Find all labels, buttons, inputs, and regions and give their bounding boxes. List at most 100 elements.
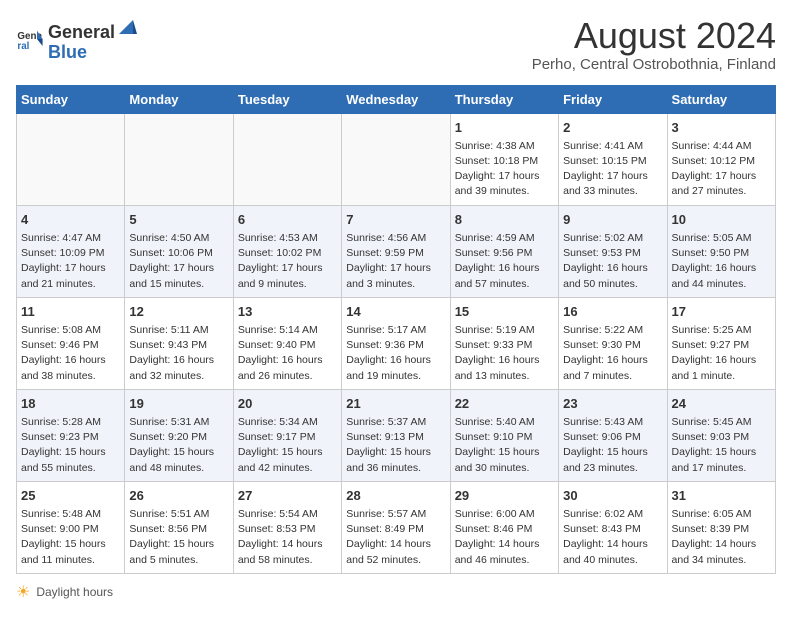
calendar-cell: 6Sunrise: 4:53 AM Sunset: 10:02 PM Dayli… (233, 205, 341, 297)
calendar-cell: 29 Sunrise: 6:00 AM Sunset: 8:46 PM Dayli… (450, 481, 558, 573)
day-number: 9 (563, 211, 662, 229)
title-area: August 2024 Perho, Central Ostrobothnia,… (532, 16, 776, 73)
calendar-cell (125, 113, 233, 205)
calendar-cell: 16 Sunrise: 5:22 AM Sunset: 9:30 PM Dayli… (559, 297, 667, 389)
day-number: 18 (21, 395, 120, 413)
col-header-friday: Friday (559, 85, 667, 113)
calendar-cell: 25 Sunrise: 5:48 AM Sunset: 9:00 PM Dayli… (17, 481, 125, 573)
col-header-saturday: Saturday (667, 85, 775, 113)
day-number: 31 (672, 487, 771, 505)
calendar-cell: 26Sunrise: 5:51 AM Sunset: 8:56 PM Dayli… (125, 481, 233, 573)
day-info: Sunrise: 5:45 AM Sunset: 9:03 PM Dayligh… (672, 415, 771, 476)
day-info: Sunrise: 5:02 AM Sunset: 9:53 PM Dayligh… (563, 231, 662, 292)
day-number: 10 (672, 211, 771, 229)
calendar-cell: 22Sunrise: 5:40 AM Sunset: 9:10 PM Dayli… (450, 389, 558, 481)
day-number: 17 (672, 303, 771, 321)
calendar-cell: 11Sunrise: 5:08 AM Sunset: 9:46 PM Dayli… (17, 297, 125, 389)
calendar-cell: 21Sunrise: 5:37 AM Sunset: 9:13 PM Dayli… (342, 389, 450, 481)
calendar-cell: 9 Sunrise: 5:02 AM Sunset: 9:53 PM Daylig… (559, 205, 667, 297)
day-info: Sunrise: 5:14 AM Sunset: 9:40 PM Dayligh… (238, 323, 337, 384)
calendar-cell: 20Sunrise: 5:34 AM Sunset: 9:17 PM Dayli… (233, 389, 341, 481)
calendar-week-3: 11Sunrise: 5:08 AM Sunset: 9:46 PM Dayli… (17, 297, 776, 389)
day-number: 20 (238, 395, 337, 413)
calendar-cell: 3 Sunrise: 4:44 AM Sunset: 10:12 PM Dayli… (667, 113, 775, 205)
day-number: 28 (346, 487, 445, 505)
calendar-header-row: SundayMondayTuesdayWednesdayThursdayFrid… (17, 85, 776, 113)
day-info: Sunrise: 5:31 AM Sunset: 9:20 PM Dayligh… (129, 415, 228, 476)
svg-text:ral: ral (17, 41, 29, 52)
day-number: 3 (672, 119, 771, 137)
calendar-cell: 30Sunrise: 6:02 AM Sunset: 8:43 PM Dayli… (559, 481, 667, 573)
day-info: Sunrise: 5:17 AM Sunset: 9:36 PM Dayligh… (346, 323, 445, 384)
calendar-cell: 19Sunrise: 5:31 AM Sunset: 9:20 PM Dayli… (125, 389, 233, 481)
calendar-cell (233, 113, 341, 205)
day-number: 25 (21, 487, 120, 505)
day-info: Sunrise: 5:08 AM Sunset: 9:46 PM Dayligh… (21, 323, 120, 384)
calendar-cell: 12Sunrise: 5:11 AM Sunset: 9:43 PM Dayli… (125, 297, 233, 389)
col-header-thursday: Thursday (450, 85, 558, 113)
day-info: Sunrise: 4:47 AM Sunset: 10:09 PM Daylig… (21, 231, 120, 292)
calendar-cell: 27 Sunrise: 5:54 AM Sunset: 8:53 PM Dayli… (233, 481, 341, 573)
day-number: 30 (563, 487, 662, 505)
calendar-cell: 28Sunrise: 5:57 AM Sunset: 8:49 PM Dayli… (342, 481, 450, 573)
day-info: Sunrise: 5:22 AM Sunset: 9:30 PM Dayligh… (563, 323, 662, 384)
day-number: 4 (21, 211, 120, 229)
day-number: 23 (563, 395, 662, 413)
day-info: Sunrise: 4:50 AM Sunset: 10:06 PM Daylig… (129, 231, 228, 292)
day-number: 26 (129, 487, 228, 505)
day-number: 7 (346, 211, 445, 229)
calendar-cell: 2 Sunrise: 4:41 AM Sunset: 10:15 PM Dayli… (559, 113, 667, 205)
day-info: Sunrise: 5:37 AM Sunset: 9:13 PM Dayligh… (346, 415, 445, 476)
day-info: Sunrise: 5:28 AM Sunset: 9:23 PM Dayligh… (21, 415, 120, 476)
day-info: Sunrise: 4:59 AM Sunset: 9:56 PM Dayligh… (455, 231, 554, 292)
day-number: 16 (563, 303, 662, 321)
day-number: 12 (129, 303, 228, 321)
day-info: Sunrise: 4:44 AM Sunset: 10:12 PM Daylig… (672, 139, 771, 200)
calendar-cell: 13Sunrise: 5:14 AM Sunset: 9:40 PM Dayli… (233, 297, 341, 389)
day-info: Sunrise: 4:56 AM Sunset: 9:59 PM Dayligh… (346, 231, 445, 292)
main-title: August 2024 (532, 16, 776, 56)
calendar-week-2: 4 Sunrise: 4:47 AM Sunset: 10:09 PM Dayli… (17, 205, 776, 297)
day-number: 27 (238, 487, 337, 505)
calendar-cell: 14 Sunrise: 5:17 AM Sunset: 9:36 PM Dayli… (342, 297, 450, 389)
col-header-monday: Monday (125, 85, 233, 113)
day-number: 1 (455, 119, 554, 137)
day-info: Sunrise: 6:00 AM Sunset: 8:46 PM Dayligh… (455, 507, 554, 568)
col-header-tuesday: Tuesday (233, 85, 341, 113)
calendar-cell: 18 Sunrise: 5:28 AM Sunset: 9:23 PM Dayli… (17, 389, 125, 481)
day-number: 29 (455, 487, 554, 505)
day-info: Sunrise: 5:43 AM Sunset: 9:06 PM Dayligh… (563, 415, 662, 476)
logo-icon: Gene ral (16, 25, 44, 53)
day-info: Sunrise: 4:38 AM Sunset: 10:18 PM Daylig… (455, 139, 554, 200)
day-info: Sunrise: 4:41 AM Sunset: 10:15 PM Daylig… (563, 139, 662, 200)
footer-label: Daylight hours (36, 585, 113, 599)
day-number: 14 (346, 303, 445, 321)
calendar-cell: 10Sunrise: 5:05 AM Sunset: 9:50 PM Dayli… (667, 205, 775, 297)
day-info: Sunrise: 5:48 AM Sunset: 9:00 PM Dayligh… (21, 507, 120, 568)
calendar-cell: 4 Sunrise: 4:47 AM Sunset: 10:09 PM Dayli… (17, 205, 125, 297)
calendar-cell: 5Sunrise: 4:50 AM Sunset: 10:06 PM Dayli… (125, 205, 233, 297)
calendar-week-1: 1 Sunrise: 4:38 AM Sunset: 10:18 PM Dayli… (17, 113, 776, 205)
logo-triangle-icon (115, 16, 137, 38)
logo-text: General Blue (48, 16, 137, 63)
col-header-wednesday: Wednesday (342, 85, 450, 113)
calendar-cell: 17Sunrise: 5:25 AM Sunset: 9:27 PM Dayli… (667, 297, 775, 389)
calendar-week-4: 18 Sunrise: 5:28 AM Sunset: 9:23 PM Dayli… (17, 389, 776, 481)
calendar-cell: 23 Sunrise: 5:43 AM Sunset: 9:06 PM Dayli… (559, 389, 667, 481)
logo-blue: Blue (48, 42, 87, 62)
day-info: Sunrise: 5:54 AM Sunset: 8:53 PM Dayligh… (238, 507, 337, 568)
calendar-cell: 7 Sunrise: 4:56 AM Sunset: 9:59 PM Daylig… (342, 205, 450, 297)
day-number: 24 (672, 395, 771, 413)
subtitle: Perho, Central Ostrobothnia, Finland (532, 56, 776, 73)
calendar-cell: 31 Sunrise: 6:05 AM Sunset: 8:39 PM Dayli… (667, 481, 775, 573)
footer-note: ☀ Daylight hours (16, 582, 776, 602)
calendar-cell (342, 113, 450, 205)
calendar-cell (17, 113, 125, 205)
day-number: 2 (563, 119, 662, 137)
day-info: Sunrise: 6:05 AM Sunset: 8:39 PM Dayligh… (672, 507, 771, 568)
day-info: Sunrise: 5:19 AM Sunset: 9:33 PM Dayligh… (455, 323, 554, 384)
col-header-sunday: Sunday (17, 85, 125, 113)
logo: Gene ral General Blue (16, 16, 137, 63)
day-number: 6 (238, 211, 337, 229)
logo-general: General (48, 23, 115, 43)
